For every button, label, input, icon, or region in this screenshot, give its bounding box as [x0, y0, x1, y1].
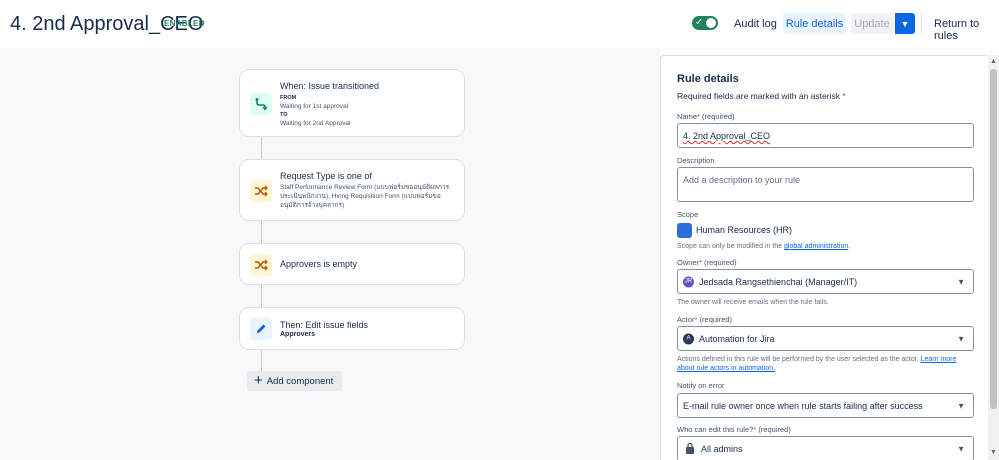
to-label: TO: [280, 112, 288, 118]
description-placeholder: Add a description to your rule: [683, 175, 801, 185]
owner-helper: The owner will receive emails when the r…: [677, 299, 829, 306]
chevron-down-icon: ▼: [900, 18, 910, 29]
rule-details-panel: Rule details Required fields are marked …: [660, 55, 987, 460]
chevron-down-icon: ▼: [957, 277, 965, 286]
status-badge: ENABLED: [164, 19, 205, 28]
condition-detail: Staff Performance Review Form (แบบฟอร์มข…: [280, 184, 450, 209]
owner-label: Owner* (required): [677, 258, 737, 267]
global-administration-link[interactable]: global administration: [784, 243, 848, 250]
add-component-button[interactable]: + Add component: [247, 371, 342, 391]
audit-log-button[interactable]: Audit log: [734, 18, 777, 30]
rule-details-button[interactable]: Rule details: [783, 13, 846, 34]
required-note: Required fields are marked with an aster…: [677, 91, 846, 101]
branch-transition-icon: [250, 93, 272, 115]
notify-value: E-mail rule owner once when rule starts …: [683, 401, 923, 411]
panel-scrollbar[interactable]: ▲ ▼: [988, 55, 999, 460]
scroll-down-icon[interactable]: ▼: [990, 449, 997, 456]
trigger-card[interactable]: When: Issue transitioned FROM Waiting fo…: [239, 69, 465, 137]
scroll-up-icon[interactable]: ▲: [990, 58, 997, 65]
from-value: Waiting for 1st approval: [280, 103, 349, 110]
who-can-edit-value: All admins: [701, 444, 743, 454]
condition-title: Approvers is empty: [280, 259, 358, 269]
plus-icon: +: [254, 372, 263, 389]
connector-line: [261, 221, 262, 243]
who-can-edit-label: Who can edit this rule?* (required): [677, 425, 791, 434]
scrollbar-thumb[interactable]: [990, 69, 997, 409]
chevron-down-icon: ▼: [957, 401, 965, 410]
rule-header: 4. 2nd Approval_CEO ENABLED ✓ Audit log …: [0, 0, 999, 48]
description-field[interactable]: Add a description to your rule: [677, 167, 974, 202]
actor-value: Automation for Jira: [699, 334, 775, 344]
scope-value: Human Resources (HR): [696, 225, 793, 235]
condition-title: Request Type is one of: [280, 171, 372, 181]
condition-card-request-type[interactable]: Request Type is one of Staff Performance…: [239, 159, 465, 221]
update-button[interactable]: Update: [851, 13, 893, 34]
header-divider: [921, 13, 922, 34]
actor-label: Actor* (required): [677, 315, 733, 324]
avatar: JR: [683, 276, 694, 287]
avatar: A: [683, 333, 694, 344]
chevron-down-icon: ▼: [957, 334, 965, 343]
connector-line: [261, 285, 262, 307]
actor-helper: Actions defined in this rule will be per…: [677, 356, 957, 372]
shuffle-icon: [250, 180, 272, 202]
update-options-button[interactable]: ▼: [895, 13, 915, 34]
connector-line: [261, 350, 262, 372]
lock-icon: [685, 442, 695, 456]
name-field[interactable]: 4. 2nd Approval_CEO: [677, 123, 974, 148]
add-component-label: Add component: [266, 375, 334, 387]
panel-title: Rule details: [677, 73, 739, 85]
project-avatar-icon: [677, 223, 692, 238]
owner-select[interactable]: JR Jedsada Rangsethienchai (Manager/IT) …: [677, 269, 974, 294]
action-title: Then: Edit issue fields: [280, 320, 369, 330]
name-value: 4. 2nd Approval_CEO: [683, 131, 771, 141]
notify-label: Notify on error: [677, 381, 725, 390]
check-icon: ✓: [695, 17, 704, 28]
toggle-knob: [706, 18, 716, 28]
from-label: FROM: [280, 95, 297, 101]
actor-select[interactable]: A Automation for Jira ▼: [677, 326, 974, 351]
scope-helper: Scope can only be modified in the global…: [677, 243, 851, 250]
trigger-title: When: Issue transitioned: [280, 81, 380, 91]
pencil-icon: [250, 318, 272, 340]
who-can-edit-select[interactable]: All admins ▼: [677, 436, 974, 460]
shuffle-icon: [250, 254, 272, 276]
action-card-edit-issue[interactable]: Then: Edit issue fields Approvers: [239, 307, 465, 350]
notify-select[interactable]: E-mail rule owner once when rule starts …: [677, 393, 974, 418]
condition-card-approvers-empty[interactable]: Approvers is empty: [239, 243, 465, 285]
owner-value: Jedsada Rangsethienchai (Manager/IT): [699, 277, 858, 287]
description-label: Description: [677, 156, 715, 165]
chevron-down-icon: ▼: [957, 444, 965, 454]
name-label: Name* (required): [677, 112, 735, 121]
connector-line: [261, 137, 262, 159]
rule-canvas: When: Issue transitioned FROM Waiting fo…: [0, 48, 660, 460]
action-detail: Approvers: [280, 331, 316, 338]
return-to-rules-link[interactable]: Return to rules: [934, 18, 999, 42]
scope-label: Scope: [677, 210, 699, 219]
to-value: Waiting for 2nd Approval: [280, 120, 351, 127]
rule-enabled-toggle[interactable]: ✓: [692, 16, 718, 30]
